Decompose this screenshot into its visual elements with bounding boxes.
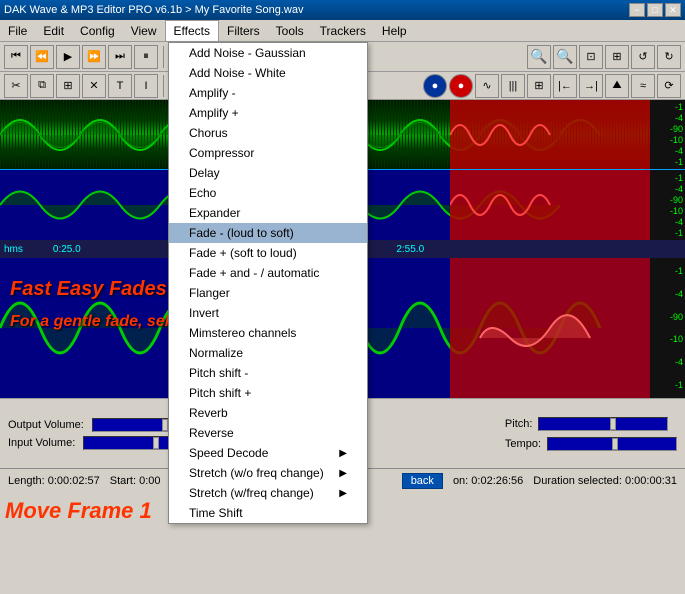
- effect-amplify-plus[interactable]: Amplify +: [169, 103, 367, 123]
- effect-echo[interactable]: Echo: [169, 183, 367, 203]
- effect-amplify-minus[interactable]: Amplify -: [169, 83, 367, 103]
- info-button[interactable]: I: [134, 74, 158, 98]
- rewind-button[interactable]: ⏪: [30, 45, 54, 69]
- snap-button[interactable]: →|: [579, 74, 603, 98]
- effect-fade-auto[interactable]: Fade + and - / automatic: [169, 263, 367, 283]
- marker-button[interactable]: |←: [553, 74, 577, 98]
- waveform-selected-top: [450, 100, 650, 169]
- effect-speed-decode[interactable]: Speed Decode▶: [169, 443, 367, 463]
- output-volume-thumb: [162, 419, 168, 431]
- pitch-thumb: [610, 418, 616, 430]
- db-scale-top: -1-4-90-10-4-1: [650, 100, 685, 169]
- timeline-hms: hms: [4, 244, 23, 255]
- back-button[interactable]: back: [402, 473, 443, 489]
- menu-help[interactable]: Help: [374, 20, 415, 41]
- pause-button[interactable]: ⏸: [134, 45, 158, 69]
- tempo-slider[interactable]: [547, 437, 677, 451]
- minimize-button[interactable]: −: [629, 3, 645, 17]
- effect-delay[interactable]: Delay: [169, 163, 367, 183]
- effect-flanger[interactable]: Flanger: [169, 283, 367, 303]
- effect-fade-plus[interactable]: Fade + (soft to loud): [169, 243, 367, 263]
- effect-compressor[interactable]: Compressor: [169, 143, 367, 163]
- effect-chorus[interactable]: Chorus: [169, 123, 367, 143]
- paste-button[interactable]: ⊞: [56, 74, 80, 98]
- maximize-button[interactable]: □: [647, 3, 663, 17]
- length-status: Length: 0:00:02:57: [8, 475, 100, 487]
- toolbar2-sep: [163, 75, 164, 97]
- effect-stretch-no-freq[interactable]: Stretch (w/o freq change)▶: [169, 463, 367, 483]
- pitch-label: Pitch:: [505, 418, 533, 430]
- menu-config[interactable]: Config: [72, 20, 123, 41]
- effect-mimstereo[interactable]: Mimstereo channels: [169, 323, 367, 343]
- tempo-control: Tempo:: [505, 437, 677, 451]
- text-button[interactable]: T: [108, 74, 132, 98]
- copy-button[interactable]: ⧉: [30, 74, 54, 98]
- window-controls: − □ ✕: [629, 3, 681, 17]
- position-status: on: 0:02:26:56: [453, 475, 523, 487]
- waveform-view-button[interactable]: ∿: [475, 74, 499, 98]
- effect-fade-minus[interactable]: Fade - (loud to soft): [169, 223, 367, 243]
- effect-time-shift[interactable]: Time Shift: [169, 503, 367, 523]
- pitch-slider[interactable]: [538, 417, 668, 431]
- zoom-out-button[interactable]: 🔍: [553, 45, 577, 69]
- timeline-mark1: 0:25.0: [53, 244, 81, 255]
- spectrum-button[interactable]: |||: [501, 74, 525, 98]
- toolbar-sep1: [163, 46, 164, 68]
- close-button[interactable]: ✕: [665, 3, 681, 17]
- grid-button[interactable]: ⊞: [527, 74, 551, 98]
- menu-view[interactable]: View: [123, 20, 165, 41]
- zoom-in-button[interactable]: 🔍: [527, 45, 551, 69]
- output-volume-label: Output Volume:: [8, 419, 84, 431]
- menu-filters[interactable]: Filters: [219, 20, 268, 41]
- effect-invert[interactable]: Invert: [169, 303, 367, 323]
- effect-pitch-minus[interactable]: Pitch shift -: [169, 363, 367, 383]
- menu-bar: File Edit Config View Effects Filters To…: [0, 20, 685, 42]
- window-title: DAK Wave & MP3 Editor PRO v6.1b > My Fav…: [4, 4, 303, 16]
- effect-add-noise-gaussian[interactable]: Add Noise - Gaussian: [169, 43, 367, 63]
- duration-status: Duration selected: 0:00:00:31: [533, 475, 677, 487]
- zoom-fit-button[interactable]: ⊡: [579, 45, 603, 69]
- effect-reverb[interactable]: Reverb: [169, 403, 367, 423]
- menu-trackers[interactable]: Trackers: [312, 20, 374, 41]
- second-waveform-selected: [450, 258, 650, 398]
- channel-l-button[interactable]: ●: [423, 74, 447, 98]
- undo-button[interactable]: ↺: [631, 45, 655, 69]
- loop-button[interactable]: ⟳: [657, 74, 681, 98]
- waveform-selected-bottom: [450, 170, 650, 240]
- db-scale-second: -1-4-90-10-4-1: [650, 258, 685, 398]
- rms-button[interactable]: ≈: [631, 74, 655, 98]
- delete-button[interactable]: ✕: [82, 74, 106, 98]
- effect-normalize[interactable]: Normalize: [169, 343, 367, 363]
- play-button[interactable]: ▶: [56, 45, 80, 69]
- pitch-tempo-controls: Pitch: Tempo:: [505, 417, 677, 451]
- tempo-thumb: [612, 438, 618, 450]
- redo-button[interactable]: ↻: [657, 45, 681, 69]
- effect-stretch-freq[interactable]: Stretch (w/freq change)▶: [169, 483, 367, 503]
- effect-reverse[interactable]: Reverse: [169, 423, 367, 443]
- cut-button[interactable]: ✂: [4, 74, 28, 98]
- timeline-mark4: 2:55.0: [396, 244, 424, 255]
- db-scale-bottom: -1-4-90-10-4-1: [650, 170, 685, 240]
- menu-effects[interactable]: Effects: [165, 20, 219, 41]
- move-frame-text: Move Frame 1: [5, 498, 152, 524]
- skip-start-button[interactable]: ⏮: [4, 45, 28, 69]
- start-status: Start: 0:00: [110, 475, 161, 487]
- input-volume-thumb: [153, 437, 159, 449]
- zoom-full-button[interactable]: ⊞: [605, 45, 629, 69]
- tempo-label: Tempo:: [505, 438, 541, 450]
- effects-dropdown: Add Noise - Gaussian Add Noise - White A…: [168, 42, 368, 524]
- peak-button[interactable]: ⛰: [605, 74, 629, 98]
- effect-add-noise-white[interactable]: Add Noise - White: [169, 63, 367, 83]
- input-volume-label: Input Volume:: [8, 437, 75, 449]
- menu-file[interactable]: File: [0, 20, 35, 41]
- skip-end-button[interactable]: ⏭: [108, 45, 132, 69]
- effect-pitch-plus[interactable]: Pitch shift +: [169, 383, 367, 403]
- menu-tools[interactable]: Tools: [268, 20, 312, 41]
- menu-edit[interactable]: Edit: [35, 20, 72, 41]
- pitch-control: Pitch:: [505, 417, 677, 431]
- effect-expander[interactable]: Expander: [169, 203, 367, 223]
- title-bar: DAK Wave & MP3 Editor PRO v6.1b > My Fav…: [0, 0, 685, 20]
- fast-forward-button[interactable]: ⏩: [82, 45, 106, 69]
- channel-r-button[interactable]: ●: [449, 74, 473, 98]
